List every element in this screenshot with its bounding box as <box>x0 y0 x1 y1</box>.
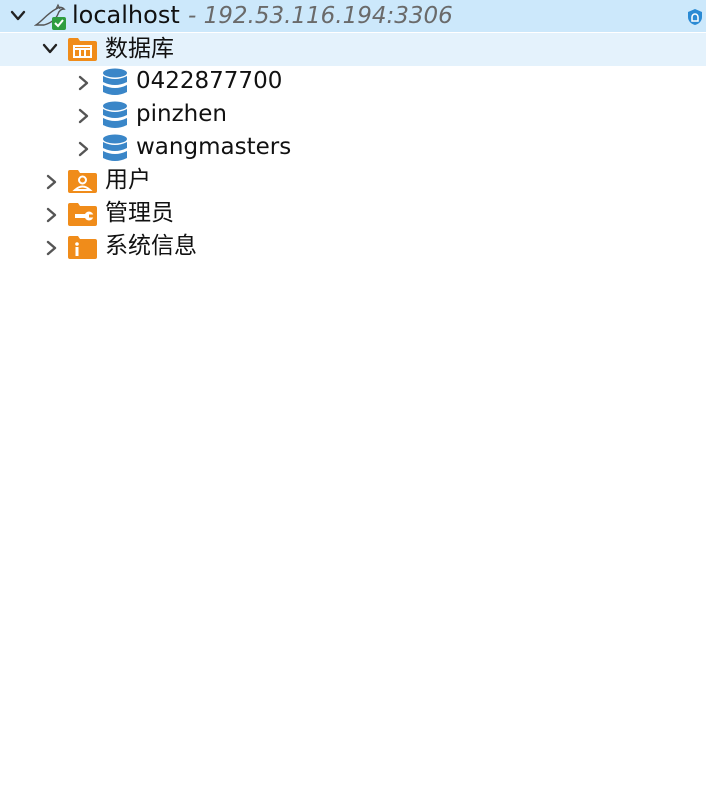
wrench-folder-icon <box>67 202 97 228</box>
database-label: 0422877700 <box>136 68 283 94</box>
databases-folder-node[interactable]: 数据库 <box>0 33 706 66</box>
chevron-right-icon[interactable] <box>45 174 59 190</box>
chevron-down-icon[interactable] <box>42 42 58 56</box>
user-folder-icon <box>67 169 97 195</box>
info-folder-icon <box>67 235 97 261</box>
connection-node[interactable]: localhost - 192.53.116.194:3306 <box>0 0 706 32</box>
databases-folder-label: 数据库 <box>105 36 174 62</box>
object-explorer-tree: localhost - 192.53.116.194:3306 数据库 0422… <box>0 0 706 804</box>
chevron-right-icon[interactable] <box>45 240 59 256</box>
chevron-down-icon[interactable] <box>10 9 26 23</box>
database-icon <box>101 68 131 95</box>
chevron-right-icon[interactable] <box>45 207 59 223</box>
chevron-right-icon[interactable] <box>77 108 91 124</box>
database-node[interactable]: wangmasters <box>0 132 706 165</box>
users-folder-label: 用户 <box>105 167 151 193</box>
users-folder-node[interactable]: 用户 <box>0 165 706 198</box>
chevron-right-icon[interactable] <box>77 75 91 91</box>
database-icon <box>101 101 131 128</box>
connection-name: localhost <box>72 1 180 29</box>
database-folder-icon <box>67 37 97 63</box>
sysinfo-folder-label: 系统信息 <box>105 233 197 259</box>
database-label: wangmasters <box>136 134 292 160</box>
shield-icon <box>687 8 703 26</box>
mysql-dolphin-icon <box>34 3 66 30</box>
database-icon <box>101 134 131 161</box>
sysinfo-folder-node[interactable]: 系统信息 <box>0 231 706 264</box>
admin-folder-node[interactable]: 管理员 <box>0 198 706 231</box>
database-node[interactable]: 0422877700 <box>0 66 706 99</box>
connection-address: - 192.53.116.194:3306 <box>188 3 453 29</box>
chevron-right-icon[interactable] <box>77 141 91 157</box>
admin-folder-label: 管理员 <box>105 200 174 226</box>
database-node[interactable]: pinzhen <box>0 99 706 132</box>
database-label: pinzhen <box>136 101 227 127</box>
